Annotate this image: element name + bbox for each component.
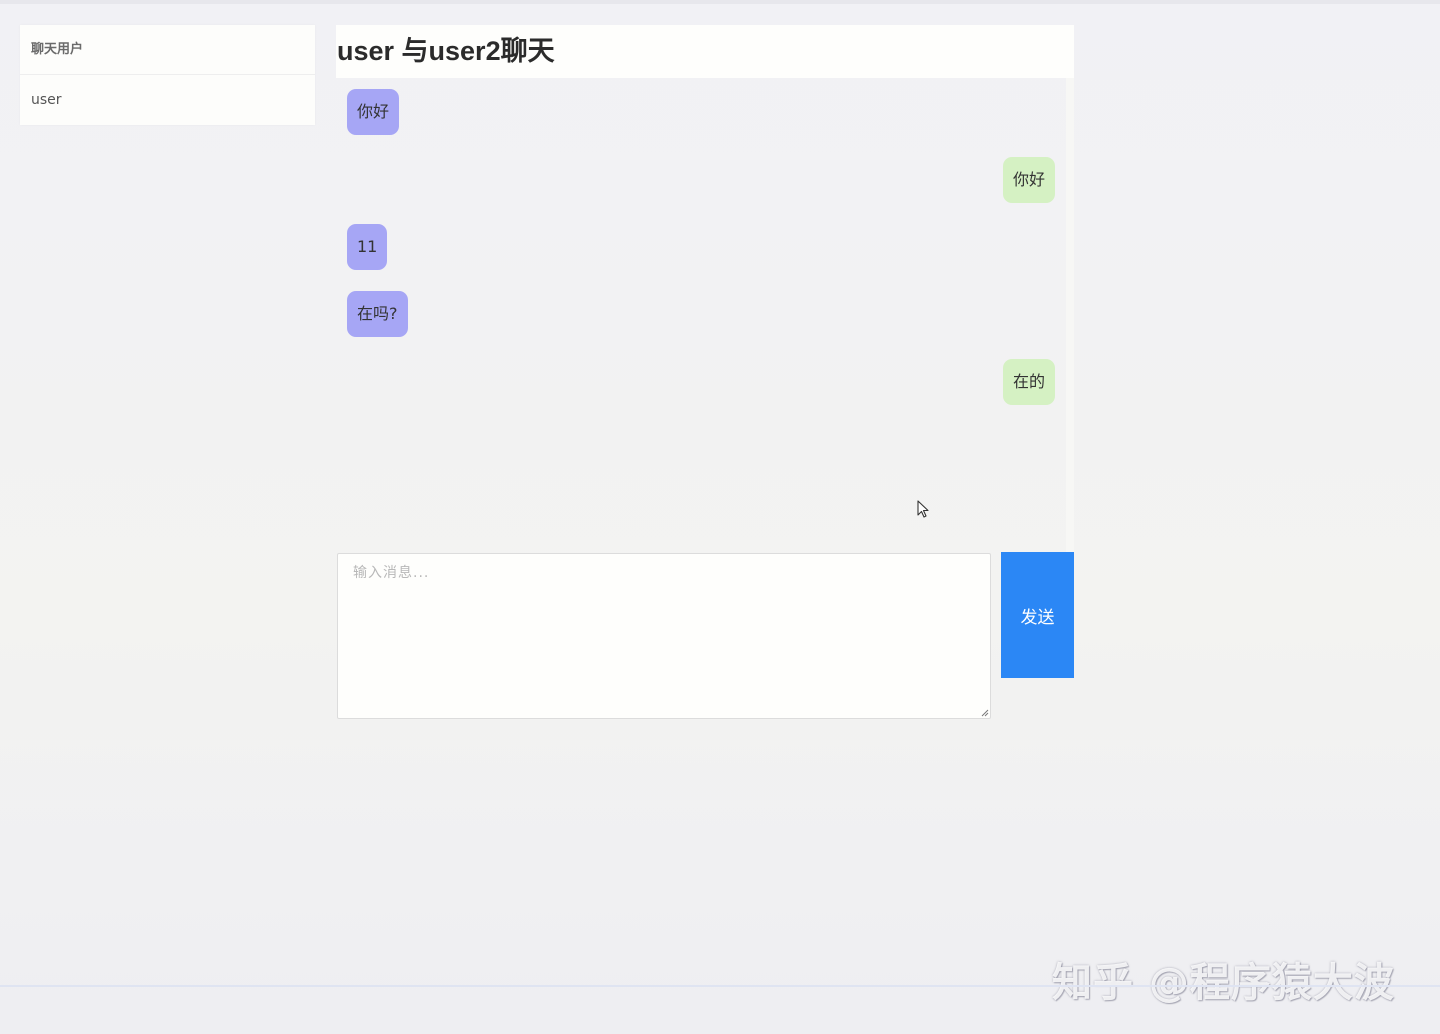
message-bubble: 你好 [347,89,400,135]
message-bubble: 在吗? [347,291,408,337]
message-scrollbar[interactable] [1066,78,1074,552]
bottom-divider [0,985,1440,987]
watermark: 知乎 @程序猿大波 [1052,960,1395,1006]
sidebar-item-label: user [31,92,62,108]
message-input[interactable] [337,553,991,719]
message-bubble: 在的 [1002,359,1055,405]
message-bubble: 你好 [1002,157,1055,203]
message-bubble: 11 [347,224,388,270]
mouse-pointer-icon [917,500,929,518]
sidebar-item-user[interactable]: user [20,75,315,125]
user-sidebar: 聊天用户 user [20,25,315,125]
top-strip [0,0,1440,4]
app-page: 聊天用户 user user 与user2聊天 你好 你好 11 在吗? 在的 … [0,0,1440,1034]
send-button[interactable]: 发送 [1001,552,1074,678]
resize-handle-icon[interactable] [981,709,989,717]
sidebar-header: 聊天用户 [20,25,315,75]
chat-title: user 与user2聊天 [337,36,555,66]
chat-header: user 与user2聊天 [336,25,1074,78]
message-list: 你好 你好 11 在吗? 在的 [336,78,1066,552]
